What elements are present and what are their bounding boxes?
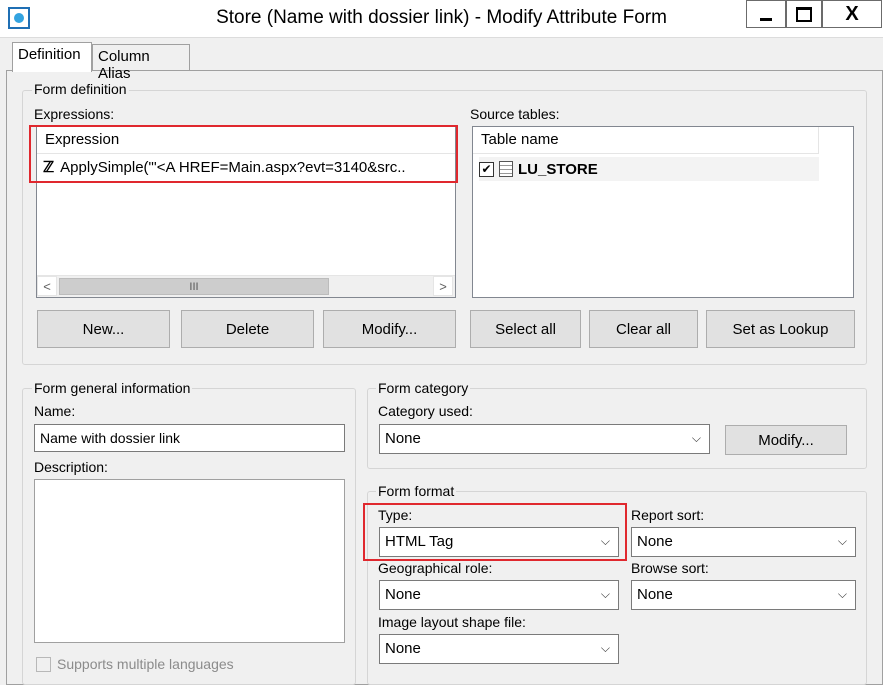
close-button[interactable]: X xyxy=(822,0,882,28)
description-label: Description: xyxy=(34,459,108,475)
source-tables-list[interactable]: Table name ✔ LU_STORE xyxy=(472,126,854,298)
table-name: LU_STORE xyxy=(518,160,598,178)
chevron-down-icon: ⌵ xyxy=(691,431,701,445)
browse-sort-select[interactable]: None ⌵ xyxy=(631,580,856,610)
chevron-down-icon: ⌵ xyxy=(600,641,610,655)
multi-lang-checkbox[interactable] xyxy=(36,656,51,672)
shape-file-label: Image layout shape file: xyxy=(378,614,526,630)
category-select[interactable]: None ⌵ xyxy=(379,424,710,454)
horizontal-scrollbar[interactable]: < III > xyxy=(37,275,455,297)
shape-file-select[interactable]: None ⌵ xyxy=(379,634,619,664)
geo-role-label: Geographical role: xyxy=(378,560,493,576)
form-category-title: Form category xyxy=(376,380,471,396)
expression-highlight xyxy=(29,125,458,183)
category-used-label: Category used: xyxy=(378,403,473,419)
chevron-down-icon: ⌵ xyxy=(837,534,847,548)
browse-sort-value: None xyxy=(637,586,673,603)
scroll-left-icon[interactable]: < xyxy=(37,276,57,296)
report-sort-select[interactable]: None ⌵ xyxy=(631,527,856,557)
clear-all-button[interactable]: Clear all xyxy=(589,310,698,348)
multi-lang-option[interactable]: Supports multiple languages xyxy=(36,656,234,672)
general-info-title: Form general information xyxy=(32,380,193,396)
scroll-right-icon[interactable]: > xyxy=(433,276,453,296)
source-tables-label: Source tables: xyxy=(470,106,560,122)
category-value: None xyxy=(385,430,421,447)
name-label: Name: xyxy=(34,403,76,419)
delete-button[interactable]: Delete xyxy=(181,310,314,348)
maximize-button[interactable] xyxy=(786,0,822,28)
name-input[interactable]: Name with dossier link xyxy=(34,424,345,452)
scroll-thumb[interactable]: III xyxy=(59,278,329,295)
geo-role-select[interactable]: None ⌵ xyxy=(379,580,619,610)
table-checkbox[interactable]: ✔ xyxy=(479,161,494,177)
new-button[interactable]: New... xyxy=(37,310,170,348)
source-tables-header[interactable]: Table name xyxy=(473,127,819,154)
minimize-button[interactable] xyxy=(746,0,786,28)
shape-file-value: None xyxy=(385,640,421,657)
expressions-label: Expressions: xyxy=(34,106,115,122)
type-highlight xyxy=(363,503,627,561)
multi-lang-label: Supports multiple languages xyxy=(57,656,234,672)
tab-column-alias[interactable]: Column Alias xyxy=(92,44,190,82)
description-textarea[interactable] xyxy=(34,479,345,643)
form-definition-title: Form definition xyxy=(32,81,129,97)
select-all-button[interactable]: Select all xyxy=(470,310,581,348)
tab-definition[interactable]: Definition xyxy=(12,42,92,72)
set-as-lookup-button[interactable]: Set as Lookup xyxy=(706,310,855,348)
chevron-down-icon: ⌵ xyxy=(600,587,610,601)
report-sort-label: Report sort: xyxy=(631,507,705,523)
chevron-down-icon: ⌵ xyxy=(837,587,847,601)
close-icon: X xyxy=(845,2,859,25)
table-row[interactable]: ✔ LU_STORE xyxy=(479,157,819,181)
table-icon xyxy=(499,161,513,177)
report-sort-value: None xyxy=(637,533,673,550)
geo-role-value: None xyxy=(385,586,421,603)
browse-sort-label: Browse sort: xyxy=(631,560,709,576)
modify-category-button[interactable]: Modify... xyxy=(725,425,847,455)
form-format-title: Form format xyxy=(376,483,457,499)
modify-expression-button[interactable]: Modify... xyxy=(323,310,456,348)
